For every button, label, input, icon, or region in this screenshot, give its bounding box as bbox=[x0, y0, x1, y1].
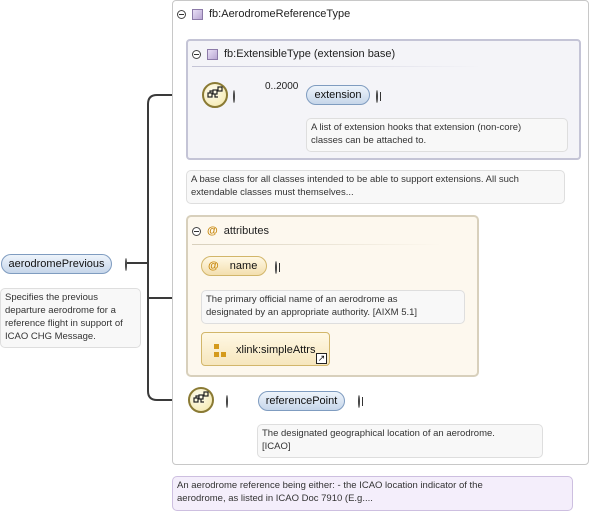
collapse-toggle-icon[interactable] bbox=[177, 9, 186, 19]
reference-link-icon[interactable]: ↗ bbox=[316, 353, 327, 364]
doc-line: A base class for all classes intended to… bbox=[191, 174, 519, 185]
collapse-toggle-icon[interactable] bbox=[192, 49, 201, 59]
type-doc: An aerodrome reference being either: - t… bbox=[172, 476, 573, 511]
header-divider bbox=[192, 66, 482, 67]
doc-line: departure aerodrome for a bbox=[5, 305, 116, 316]
complex-type-icon bbox=[207, 48, 218, 60]
doc-line: ICAO CHG Message. bbox=[5, 331, 96, 342]
doc-line: An aerodrome reference being either: - t… bbox=[177, 480, 483, 491]
extension-panel-title: fb:ExtensibleType (extension base) bbox=[224, 48, 396, 60]
doc-line: extendable classes must themselves... bbox=[191, 187, 354, 198]
aerodrome-previous-element[interactable]: aerodromePrevious bbox=[1, 254, 112, 274]
collapse-toggle-icon[interactable] bbox=[192, 226, 201, 236]
simple-attrs-group[interactable]: xlink:simpleAttrs ↗ bbox=[201, 332, 330, 366]
sequence-compositor-icon[interactable] bbox=[202, 82, 228, 108]
attributes-title: attributes bbox=[223, 225, 269, 237]
occurrence-label: 0..2000 bbox=[265, 81, 299, 92]
type-panel-title: fb:AerodromeReferenceType bbox=[209, 8, 351, 20]
collapse-toggle-icon[interactable] bbox=[226, 395, 228, 408]
attribute-group-icon bbox=[214, 344, 226, 357]
doc-line: [ICAO] bbox=[262, 441, 291, 452]
doc-line: aerodrome, as listed in ICAO Doc 7910 (E… bbox=[177, 493, 373, 504]
doc-line: A list of extension hooks that extension… bbox=[311, 122, 522, 133]
extension-element[interactable]: extension bbox=[306, 85, 370, 105]
reference-point-element[interactable]: referencePoint bbox=[258, 391, 345, 411]
expand-toggle-icon[interactable] bbox=[376, 90, 378, 103]
extension-doc: A list of extension hooks that extension… bbox=[306, 118, 568, 152]
expand-toggle-icon[interactable] bbox=[275, 261, 277, 274]
doc-line: The primary official name of an aerodrom… bbox=[206, 294, 398, 305]
doc-line: The designated geographical location of … bbox=[262, 428, 495, 439]
doc-line: Specifies the previous bbox=[5, 292, 98, 303]
collapse-toggle-icon[interactable] bbox=[233, 90, 235, 103]
root-element-doc: Specifies the previous departure aerodro… bbox=[0, 288, 141, 348]
doc-line: reference flight in support of bbox=[5, 318, 123, 329]
header-divider bbox=[192, 244, 442, 245]
extensible-type-doc: A base class for all classes intended to… bbox=[186, 170, 565, 204]
attribute-at-icon: @ bbox=[207, 225, 218, 237]
attribute-at-icon: @ bbox=[208, 260, 219, 272]
doc-line: classes can be attached to. bbox=[311, 135, 427, 146]
collapse-toggle-icon[interactable] bbox=[125, 258, 127, 271]
simple-attrs-label: xlink:simpleAttrs bbox=[236, 344, 316, 356]
expand-toggle-icon[interactable] bbox=[358, 395, 360, 408]
name-attribute-doc: The primary official name of an aerodrom… bbox=[201, 290, 465, 324]
name-attribute[interactable]: @ name bbox=[201, 256, 267, 276]
doc-line: designated by an appropriate authority. … bbox=[206, 307, 418, 318]
reference-point-doc: The designated geographical location of … bbox=[257, 424, 543, 458]
complex-type-icon bbox=[192, 8, 203, 20]
sequence-compositor-icon[interactable] bbox=[188, 387, 214, 413]
name-attribute-label: name bbox=[229, 260, 258, 272]
